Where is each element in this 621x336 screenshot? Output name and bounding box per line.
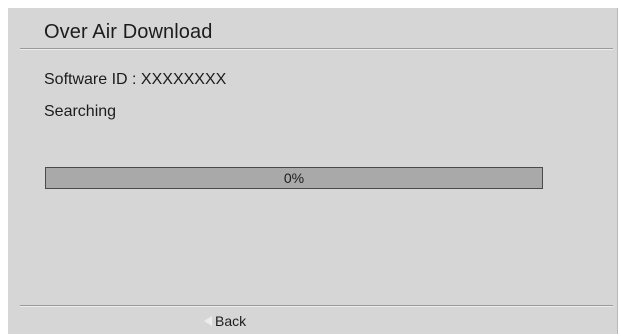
software-id-text: Software ID : XXXXXXXX — [44, 71, 227, 88]
footer-divider — [20, 305, 613, 307]
over-air-download-dialog: Over Air Download Software ID : XXXXXXXX… — [8, 8, 618, 334]
title-divider — [20, 48, 613, 50]
screen: Over Air Download Software ID : XXXXXXXX… — [0, 0, 621, 336]
progress-percent-label: 0% — [283, 170, 305, 186]
left-triangle-icon — [204, 316, 212, 326]
back-button-label: Back — [215, 313, 247, 329]
download-progress-bar: 0% — [45, 167, 543, 189]
dialog-title: Over Air Download — [44, 21, 213, 43]
back-button[interactable]: Back — [204, 312, 246, 330]
search-status-text: Searching — [44, 103, 117, 120]
